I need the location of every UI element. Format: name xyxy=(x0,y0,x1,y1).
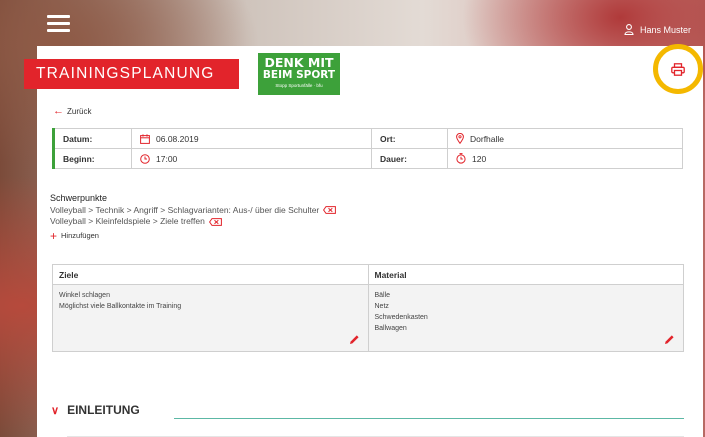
arrow-left-icon: ← xyxy=(53,105,64,117)
print-button[interactable] xyxy=(653,44,703,94)
remove-tag-icon[interactable] xyxy=(208,217,222,226)
section-divider xyxy=(174,418,684,419)
chevron-down-icon: ∨ xyxy=(51,404,60,417)
beginn-value: 17:00 xyxy=(156,153,178,164)
add-label: Hinzufügen xyxy=(61,230,99,240)
datum-value: 06.08.2019 xyxy=(156,133,199,144)
plus-icon: + xyxy=(50,228,58,243)
top-bar: Hans Muster xyxy=(0,0,705,46)
schwerpunkt-item-text: Volleyball > Kleinfeldspiele > Ziele tre… xyxy=(50,216,205,226)
edit-material-pencil-icon[interactable] xyxy=(664,334,675,345)
material-item: Schwedenkasten xyxy=(374,314,428,321)
menu-icon[interactable] xyxy=(47,15,70,32)
datum-label: Datum: xyxy=(52,128,132,149)
material-column: Material Bälle Netz Schwedenkasten Ballw… xyxy=(367,265,683,351)
add-schwerpunkt-button[interactable]: + Hinzufügen xyxy=(50,230,336,242)
dauer-value: 120 xyxy=(472,153,487,164)
back-label: Zurück xyxy=(67,107,92,116)
schwerpunkt-item-text: Volleyball > Technik > Angriff > Schlagv… xyxy=(50,204,320,215)
beginn-label: Beginn: xyxy=(52,148,132,169)
ziele-header: Ziele xyxy=(53,265,368,285)
einleitung-title: EINLEITUNG xyxy=(67,403,140,417)
remove-tag-icon[interactable] xyxy=(323,206,337,215)
schwerpunkte-section: Schwerpunkte Volleyball > Technik > Angr… xyxy=(50,193,337,242)
ziele-item: Winkel schlagen xyxy=(59,292,110,299)
printer-icon xyxy=(671,62,685,76)
page-title: TRAININGSPLANUNG xyxy=(24,59,239,89)
material-header: Material xyxy=(368,265,683,285)
ziele-material-table: Ziele Winkel schlagen Möglichst viele Ba… xyxy=(52,264,684,352)
stopwatch-icon xyxy=(456,153,466,164)
logo-line2: BEIM SPORT xyxy=(262,68,336,81)
logo-line1: DENK MIT xyxy=(264,55,334,70)
user-menu[interactable]: Hans Muster xyxy=(624,24,691,35)
ort-value: Dorfhalle xyxy=(470,133,505,144)
material-item: Netz xyxy=(374,303,389,310)
material-item: Ballwagen xyxy=(374,325,407,332)
clock-icon xyxy=(140,153,150,164)
denk-mit-logo: DENK MIT BEIM SPORT Stopp Sportunfälle ·… xyxy=(258,53,340,95)
ort-label: Ort: xyxy=(371,128,448,149)
back-link[interactable]: ← Zurück xyxy=(53,106,91,117)
edit-ziele-pencil-icon[interactable] xyxy=(349,334,360,345)
logo-tagline: Stopp Sportunfälle · bfu xyxy=(275,83,323,88)
user-icon xyxy=(624,24,634,35)
material-item: Bälle xyxy=(374,292,391,299)
schwerpunkt-item: Volleyball > Technik > Angriff > Schlagv… xyxy=(50,204,337,217)
location-pin-icon xyxy=(456,133,464,144)
user-name: Hans Muster xyxy=(639,24,691,35)
training-info-table: Datum: 06.08.2019 Ort: Dorfhalle Beginn: xyxy=(52,128,683,169)
ziele-item: Möglichst viele Ballkontakte im Training xyxy=(59,303,182,310)
schwerpunkt-item: Volleyball > Kleinfeldspiele > Ziele tre… xyxy=(50,216,336,228)
ziele-column: Ziele Winkel schlagen Möglichst viele Ba… xyxy=(53,265,368,351)
schwerpunkte-title: Schwerpunkte xyxy=(50,193,108,203)
einleitung-section-toggle[interactable]: ∨ EINLEITUNG xyxy=(51,403,140,417)
calendar-icon xyxy=(140,133,150,144)
dauer-label: Dauer: xyxy=(371,148,448,169)
training-plan-card: TRAININGSPLANUNG DENK MIT BEIM SPORT Sto… xyxy=(24,44,703,437)
